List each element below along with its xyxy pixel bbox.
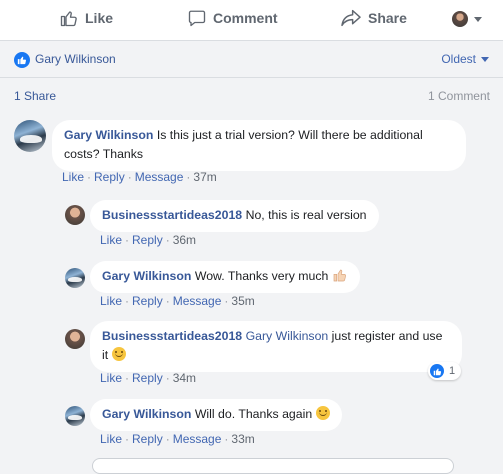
thumbs-up-emoji-icon — [333, 269, 346, 282]
comment-actions: Like · Reply · Message · 37m — [62, 170, 217, 184]
reply-author[interactable]: Gary Wilkinson — [102, 407, 191, 421]
reply-reply-link[interactable]: Reply — [132, 371, 163, 385]
reply-reaction-count[interactable]: 1 — [428, 362, 462, 380]
reply-bubble: Gary Wilkinson Will do. Thanks again — [90, 399, 342, 431]
reply-reply-link[interactable]: Reply — [132, 233, 163, 247]
reply-actions: Like · Reply · Message · 35m — [100, 294, 255, 308]
comment-sort-dropdown[interactable]: Oldest — [441, 52, 489, 66]
like-reaction-icon — [14, 52, 30, 68]
comment-sort-label: Oldest — [441, 52, 476, 66]
reply-author[interactable]: Businessstartideas2018 — [102, 329, 242, 343]
comment-message-link[interactable]: Message — [135, 170, 184, 184]
reply-text: Will do. Thanks again — [194, 407, 313, 421]
reply-time[interactable]: 36m — [173, 233, 196, 247]
comment-time[interactable]: 37m — [193, 170, 216, 184]
avatar[interactable] — [14, 120, 46, 152]
like-button[interactable]: Like — [60, 9, 113, 27]
comment-author[interactable]: Gary Wilkinson — [64, 128, 153, 142]
avatar[interactable] — [65, 406, 85, 426]
chevron-down-icon — [474, 16, 482, 22]
avatar — [452, 11, 468, 27]
reply-time[interactable]: 35m — [231, 294, 254, 308]
reply-bubble: Businessstartideas2018 No, this is real … — [90, 200, 379, 232]
reply-reply-link[interactable]: Reply — [132, 294, 163, 308]
reply-like-link[interactable]: Like — [100, 294, 122, 308]
reply-bubble: Gary Wilkinson Wow. Thanks very much — [90, 261, 360, 293]
reply-reply-link[interactable]: Reply — [132, 432, 163, 446]
reply-like-link[interactable]: Like — [100, 371, 122, 385]
reply-text: Wow. Thanks very much — [194, 269, 329, 283]
reply-actions: Like · Reply · Message · 33m — [100, 432, 255, 446]
smile-emoji-icon — [315, 406, 330, 420]
reactor-name[interactable]: Gary Wilkinson — [35, 52, 116, 66]
reply-text: No, this is real version — [245, 208, 367, 222]
avatar[interactable] — [65, 205, 85, 225]
reply-input[interactable] — [92, 458, 454, 474]
like-label: Like — [85, 10, 114, 26]
speech-bubble-icon — [188, 10, 206, 27]
reply-mention[interactable]: Gary Wilkinson — [246, 329, 329, 343]
comment-like-link[interactable]: Like — [62, 170, 84, 184]
reply-actions: Like · Reply · 34m — [100, 371, 197, 385]
comment-count[interactable]: 1 Comment — [428, 89, 490, 103]
share-label: Share — [368, 10, 407, 26]
reply-bubble: Businessstartideas2018 Gary Wilkinson ju… — [90, 321, 462, 372]
reply-message-link[interactable]: Message — [173, 432, 222, 446]
reply-time[interactable]: 34m — [173, 371, 196, 385]
reaction-count-value: 1 — [449, 365, 456, 377]
avatar[interactable] — [65, 329, 85, 349]
share-button[interactable]: Share — [341, 9, 407, 27]
reply-author[interactable]: Gary Wilkinson — [102, 269, 191, 283]
smile-emoji-icon — [111, 347, 126, 361]
post-as-selector[interactable] — [452, 11, 482, 27]
comment-label: Comment — [213, 10, 278, 26]
reply-time[interactable]: 33m — [231, 432, 254, 446]
comment-reply-link[interactable]: Reply — [94, 170, 125, 184]
reply-author[interactable]: Businessstartideas2018 — [102, 208, 242, 222]
reply-actions: Like · Reply · 36m — [100, 233, 197, 247]
comment-button[interactable]: Comment — [188, 9, 278, 27]
share-arrow-icon — [341, 9, 361, 27]
chevron-down-icon — [481, 56, 489, 62]
avatar[interactable] — [65, 268, 85, 288]
like-reaction-icon — [430, 364, 444, 378]
share-count[interactable]: 1 Share — [14, 89, 56, 103]
reply-like-link[interactable]: Like — [100, 432, 122, 446]
post-action-bar: Like Comment Share — [0, 0, 503, 41]
reply-like-link[interactable]: Like — [100, 233, 122, 247]
comment-bubble: Gary Wilkinson Is this just a trial vers… — [52, 120, 466, 171]
thumbs-up-icon — [60, 11, 77, 27]
reply-message-link[interactable]: Message — [173, 294, 222, 308]
